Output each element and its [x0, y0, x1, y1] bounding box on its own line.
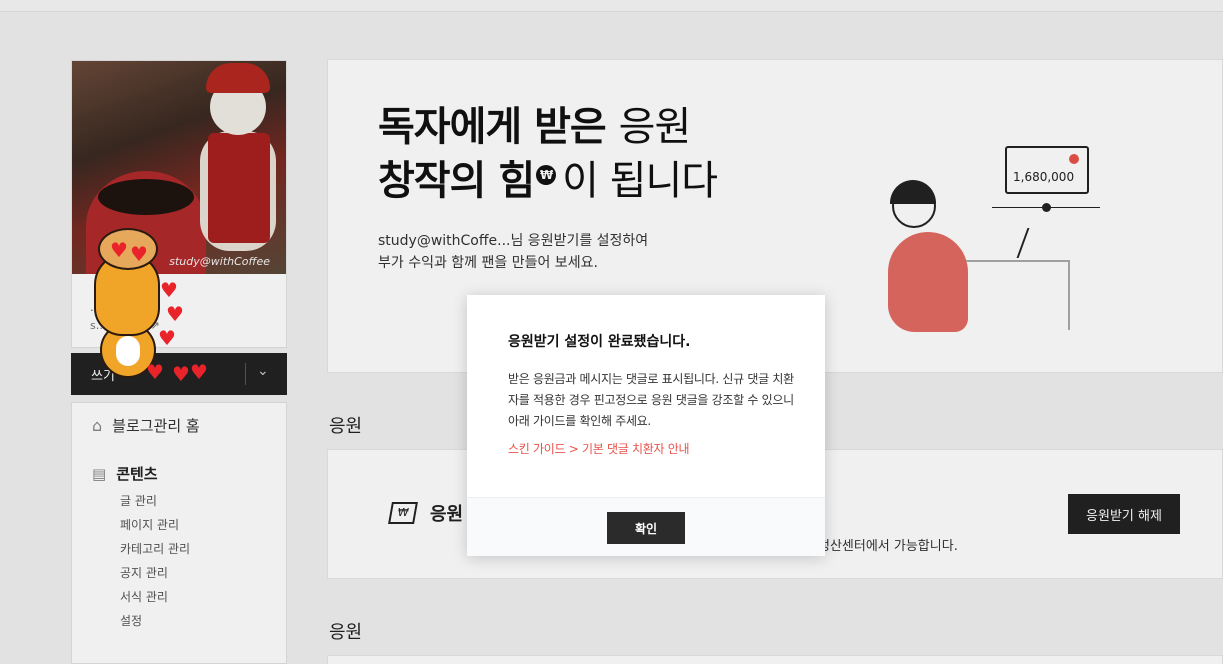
sticker-donut [98, 228, 158, 270]
heart-icon: ♥ [166, 302, 184, 326]
heart-icon: ♥ [190, 360, 208, 384]
dialog-footer: 확인 [467, 497, 825, 556]
skin-guide-link[interactable]: 스킨 가이드 > 기본 댓글 치환자 안내 [508, 440, 690, 457]
heart-icon: ♥ [158, 326, 176, 350]
dialog-title: 응원받기 설정이 완료됐습니다. [508, 334, 691, 350]
heart-icon: ♥ [110, 238, 128, 262]
dialog-message: 받은 응원금과 메시지는 댓글로 표시됩니다. 신규 댓글 치환자를 적용한 경… [508, 372, 794, 428]
lion-sticker: ♥ ♥ ♥ ♥ ♥ ♥ ♥ ♥ [86, 226, 226, 386]
heart-icon: ♥ [160, 278, 178, 302]
heart-icon: ♥ [146, 360, 164, 384]
support-complete-dialog: 응원받기 설정이 완료됐습니다. 받은 응원금과 메시지는 댓글로 표시됩니다.… [467, 295, 825, 556]
sticker-lion-belly [116, 336, 140, 366]
heart-icon: ♥ [172, 362, 190, 386]
heart-icon: ♥ [130, 242, 148, 266]
confirm-button[interactable]: 확인 [607, 512, 685, 544]
